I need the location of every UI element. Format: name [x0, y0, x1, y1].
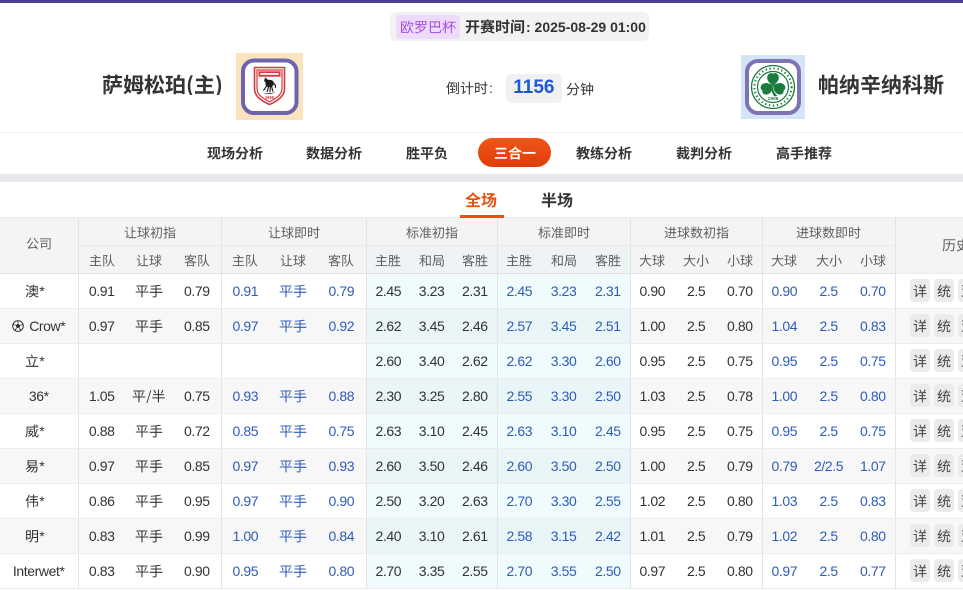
svg-text:1965: 1965 [265, 95, 275, 100]
svg-text:1908: 1908 [768, 96, 779, 102]
